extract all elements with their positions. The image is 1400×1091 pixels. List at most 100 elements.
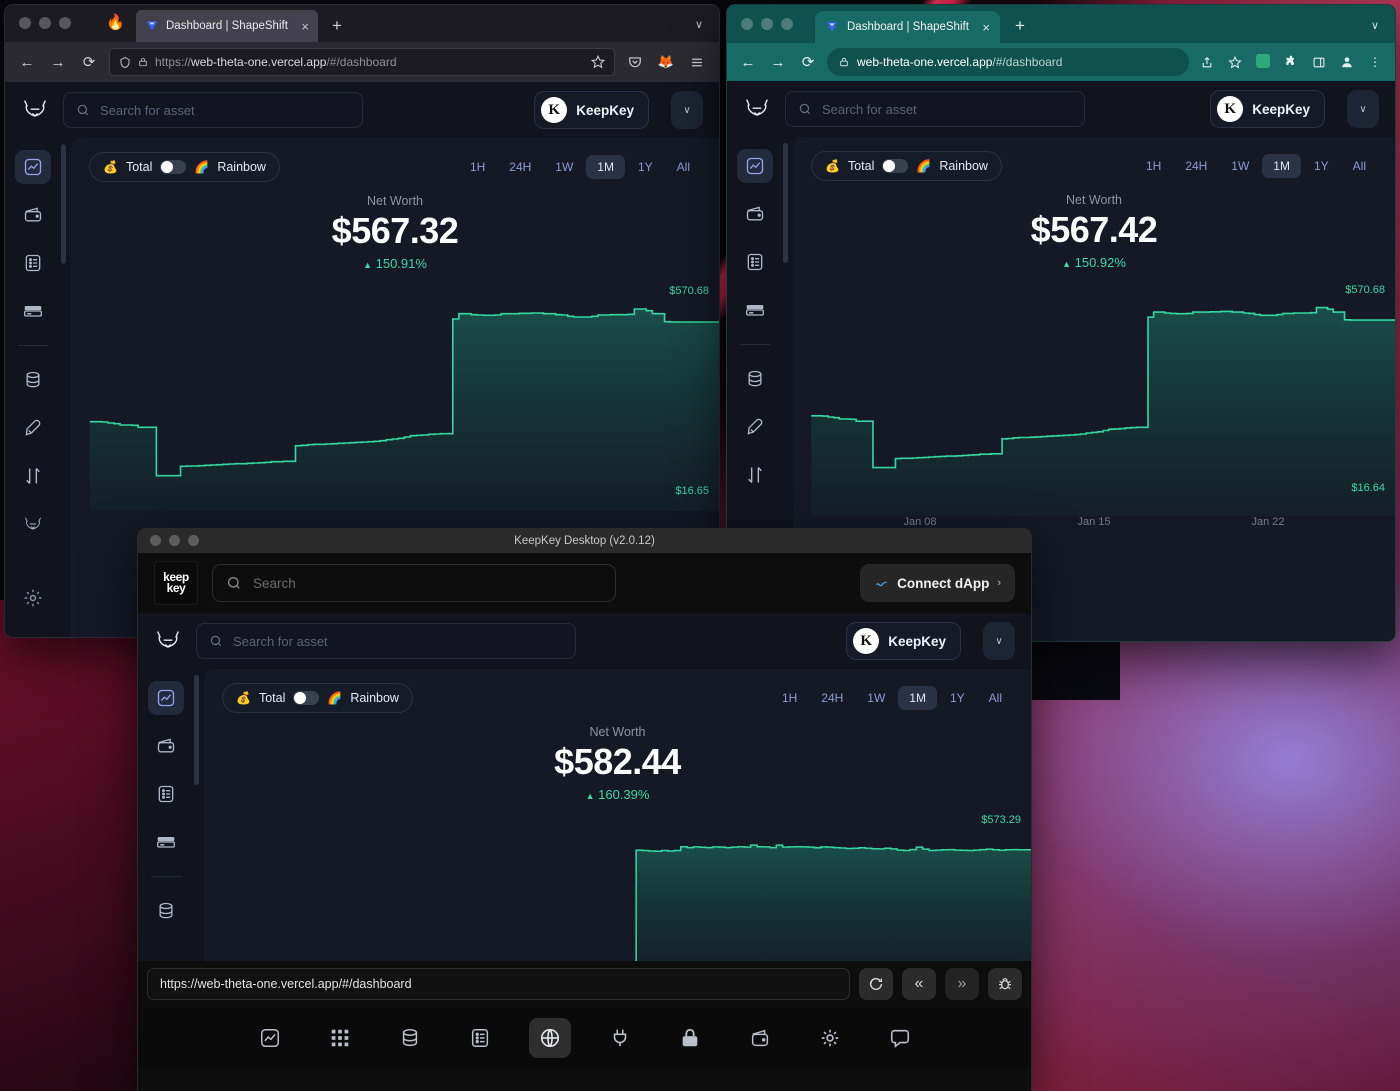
puzzle-extension-icon[interactable] bbox=[1281, 55, 1301, 69]
minimize-window-button[interactable] bbox=[761, 18, 773, 30]
range-1y[interactable]: 1Y bbox=[1303, 154, 1340, 178]
search-input[interactable]: Search for asset bbox=[785, 91, 1085, 127]
dock-database[interactable] bbox=[389, 1018, 431, 1058]
sidebar-item-trade[interactable] bbox=[737, 458, 773, 492]
search-input[interactable]: Search for asset bbox=[63, 92, 363, 128]
sidebar-item-wallet[interactable] bbox=[148, 729, 184, 763]
close-window-button[interactable] bbox=[741, 18, 753, 30]
window-traffic-lights[interactable] bbox=[150, 535, 199, 546]
sidebar-item-wallet[interactable] bbox=[737, 197, 773, 231]
net-worth-chart[interactable]: $573.29 bbox=[204, 812, 1031, 961]
wallet-button[interactable]: K KeepKey bbox=[1210, 90, 1325, 128]
wallet-dropdown-button[interactable]: ∨ bbox=[1347, 90, 1379, 128]
dock-settings[interactable] bbox=[809, 1018, 851, 1058]
range-1y[interactable]: 1Y bbox=[939, 686, 976, 710]
shapeshift-fox-logo-icon[interactable] bbox=[21, 98, 49, 122]
sidebar-item-cards[interactable] bbox=[15, 294, 51, 328]
range-1w[interactable]: 1W bbox=[544, 155, 584, 179]
total-rainbow-toggle[interactable]: 💰 Total 🌈 Rainbow bbox=[811, 151, 1002, 181]
sidebar-item-explore[interactable] bbox=[737, 410, 773, 444]
range-1m[interactable]: 1M bbox=[586, 155, 625, 179]
dock-apps[interactable] bbox=[319, 1018, 361, 1058]
bookmark-star-icon[interactable] bbox=[1225, 55, 1245, 69]
firefox-titlebar[interactable]: 🔥 Dashboard | ShapeShift × + ∨ bbox=[5, 5, 719, 42]
range-1y[interactable]: 1Y bbox=[627, 155, 664, 179]
range-all[interactable]: All bbox=[666, 155, 701, 179]
toggle-switch[interactable] bbox=[293, 691, 320, 705]
dock-plug[interactable] bbox=[599, 1018, 641, 1058]
debug-button[interactable] bbox=[988, 968, 1022, 1000]
kebab-menu-icon[interactable]: ⋮ bbox=[1365, 56, 1385, 69]
browser-tab[interactable]: Dashboard | ShapeShift × bbox=[815, 11, 1000, 43]
range-1m[interactable]: 1M bbox=[898, 686, 937, 710]
sidebar-item-dashboard[interactable] bbox=[15, 150, 51, 184]
sidebar-item-accounts[interactable] bbox=[737, 245, 773, 279]
shapeshift-fox-logo-icon[interactable] bbox=[743, 97, 771, 121]
chrome-titlebar[interactable]: Dashboard | ShapeShift × + ∨ bbox=[727, 5, 1395, 43]
wallet-button[interactable]: K KeepKey bbox=[846, 622, 961, 660]
page-scrollbar[interactable] bbox=[783, 143, 788, 263]
total-rainbow-toggle[interactable]: 💰 Total 🌈 Rainbow bbox=[89, 152, 280, 182]
sidepanel-icon[interactable] bbox=[1309, 56, 1329, 69]
address-bar[interactable]: https://web-theta-one.vercel.app/#/dashb… bbox=[109, 48, 615, 76]
fox-extension-icon[interactable]: 🦊 bbox=[655, 54, 677, 70]
close-icon[interactable]: × bbox=[301, 20, 309, 33]
range-all[interactable]: All bbox=[1342, 154, 1377, 178]
chevron-down-icon[interactable]: ∨ bbox=[695, 18, 703, 31]
net-worth-chart[interactable]: $570.68 $16.64 bbox=[793, 280, 1395, 516]
keepkey-url-input[interactable]: https://web-theta-one.vercel.app/#/dashb… bbox=[147, 968, 850, 1000]
keepkey-search-input[interactable]: Search bbox=[212, 564, 616, 602]
hamburger-menu-icon[interactable] bbox=[686, 56, 708, 69]
keepkey-logo[interactable]: keep key bbox=[154, 561, 198, 605]
back-button[interactable]: ← bbox=[16, 51, 38, 73]
sidebar-item-cards[interactable] bbox=[148, 825, 184, 859]
grammarly-extension-icon[interactable] bbox=[1253, 53, 1273, 71]
toggle-switch[interactable] bbox=[160, 160, 187, 174]
keepkey-desktop-window[interactable]: KeepKey Desktop (v2.0.12) keep key Searc… bbox=[137, 528, 1032, 1091]
page-scrollbar[interactable] bbox=[61, 144, 66, 264]
window-traffic-lights[interactable] bbox=[19, 17, 71, 29]
browser-tab[interactable]: Dashboard | ShapeShift × bbox=[136, 10, 318, 42]
window-traffic-lights[interactable] bbox=[741, 18, 793, 30]
sidebar-item-accounts[interactable] bbox=[148, 777, 184, 811]
wallet-dropdown-button[interactable]: ∨ bbox=[671, 91, 703, 129]
range-1h[interactable]: 1H bbox=[459, 155, 496, 179]
keepkey-webview[interactable]: Search for asset K KeepKey ∨ 💰 Total 🌈 R… bbox=[138, 613, 1031, 961]
sidebar-item-dashboard[interactable] bbox=[148, 681, 184, 715]
back-button[interactable]: ← bbox=[737, 51, 759, 73]
sidebar-item-settings[interactable] bbox=[15, 581, 51, 615]
toggle-switch[interactable] bbox=[882, 159, 909, 173]
maximize-window-button[interactable] bbox=[59, 17, 71, 29]
sidebar-item-pools[interactable] bbox=[148, 894, 184, 928]
dock-list[interactable] bbox=[459, 1018, 501, 1058]
new-tab-button[interactable]: + bbox=[1015, 17, 1025, 34]
forward-button[interactable]: → bbox=[47, 51, 69, 73]
sidebar-item-explore[interactable] bbox=[15, 411, 51, 445]
range-1w[interactable]: 1W bbox=[856, 686, 896, 710]
net-worth-chart[interactable]: $570.68 $16.65 bbox=[71, 281, 719, 511]
forward-button[interactable]: » bbox=[945, 968, 979, 1000]
range-1h[interactable]: 1H bbox=[771, 686, 808, 710]
address-bar[interactable]: web-theta-one.vercel.app/#/dashboard bbox=[827, 48, 1189, 76]
range-1h[interactable]: 1H bbox=[1135, 154, 1172, 178]
reload-button[interactable]: ⟳ bbox=[78, 51, 100, 73]
wallet-dropdown-button[interactable]: ∨ bbox=[983, 622, 1015, 660]
sidebar-item-trade[interactable] bbox=[15, 459, 51, 493]
sidebar-item-dashboard[interactable] bbox=[737, 149, 773, 183]
range-24h[interactable]: 24H bbox=[810, 686, 854, 710]
reload-button[interactable]: ⟳ bbox=[797, 51, 819, 73]
total-rainbow-toggle[interactable]: 💰 Total 🌈 Rainbow bbox=[222, 683, 413, 713]
new-tab-button[interactable]: + bbox=[332, 17, 342, 34]
maximize-window-button[interactable] bbox=[188, 535, 199, 546]
sidebar-item-fox[interactable] bbox=[15, 507, 51, 541]
range-all[interactable]: All bbox=[978, 686, 1013, 710]
close-window-button[interactable] bbox=[19, 17, 31, 29]
minimize-window-button[interactable] bbox=[169, 535, 180, 546]
maximize-window-button[interactable] bbox=[781, 18, 793, 30]
sidebar-item-accounts[interactable] bbox=[15, 246, 51, 280]
range-1w[interactable]: 1W bbox=[1220, 154, 1260, 178]
connect-dapp-button[interactable]: Connect dApp › bbox=[860, 564, 1015, 602]
page-scrollbar[interactable] bbox=[194, 675, 199, 785]
keepkey-titlebar[interactable]: KeepKey Desktop (v2.0.12) bbox=[138, 529, 1031, 553]
profile-avatar-icon[interactable] bbox=[1337, 55, 1357, 69]
